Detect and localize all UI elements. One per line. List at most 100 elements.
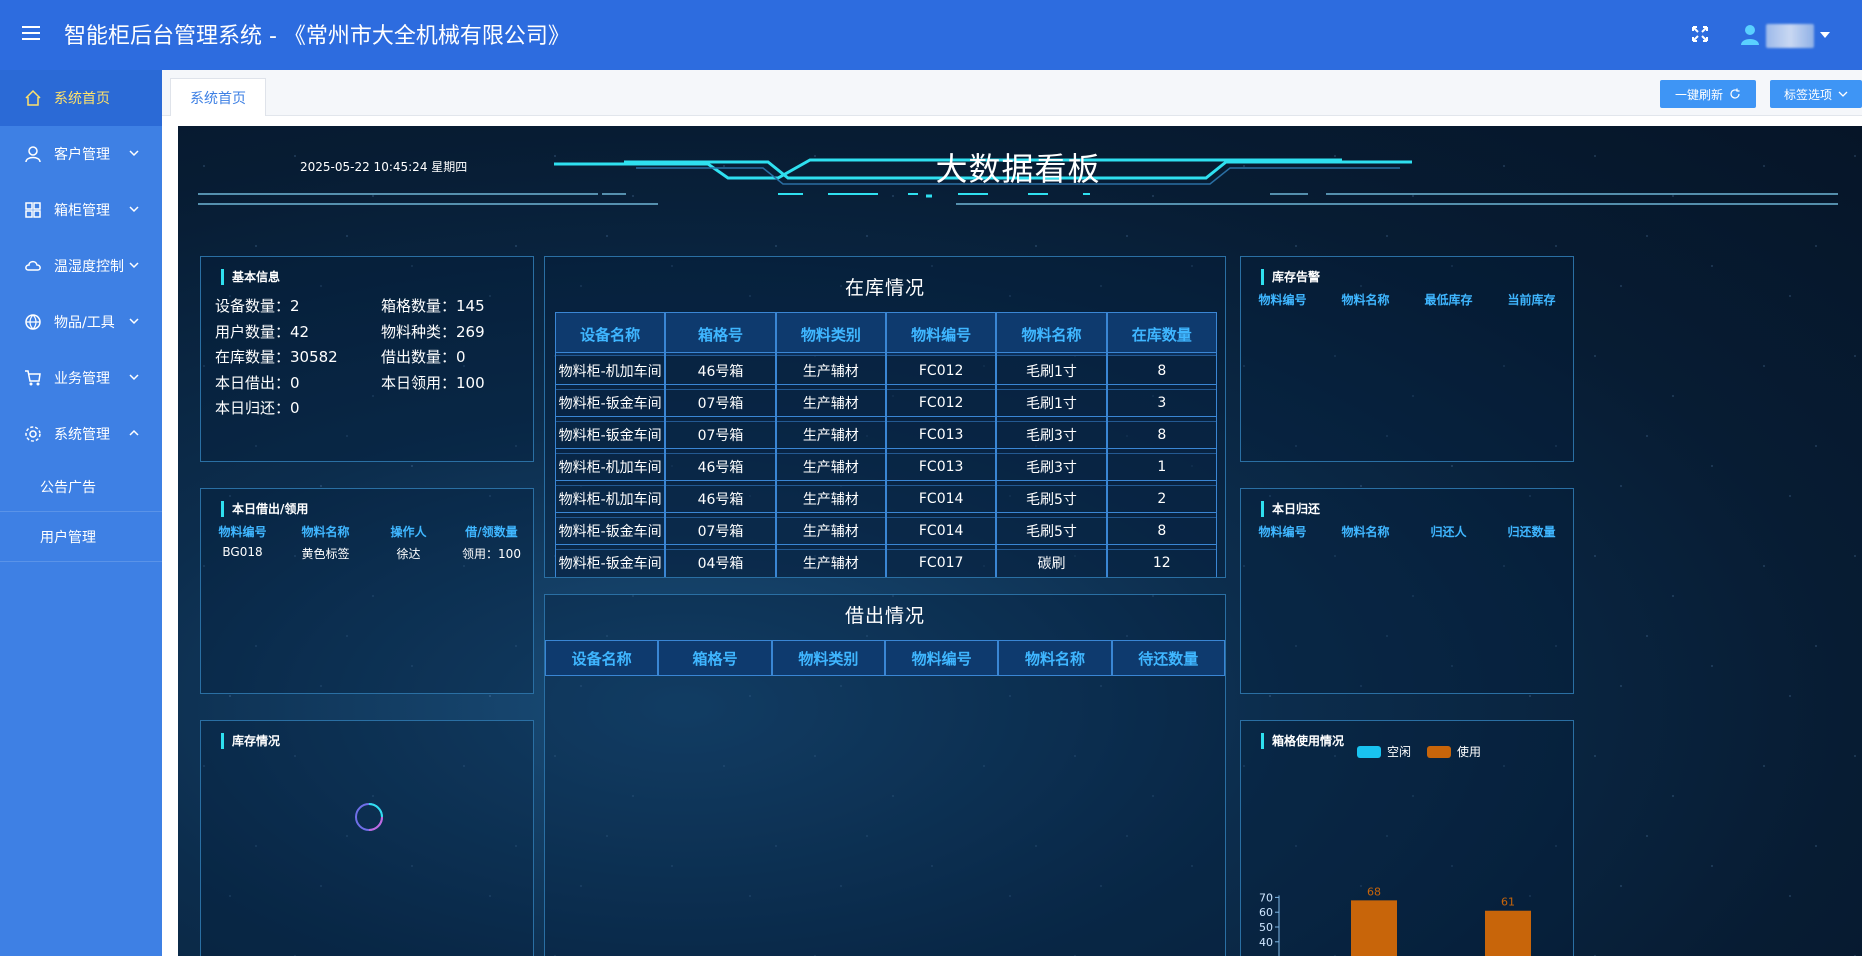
loading-spinner-icon [355,803,383,831]
column-header: 待还数量 [1111,640,1225,676]
sidebar-item-label: 业务管理 [54,371,110,387]
sidebar-item-label: 物品/工具 [54,315,115,331]
sidebar-item-label: 温湿度控制 [54,259,124,275]
column-header: 箱格号 [658,640,772,676]
table-header: 设备名称 箱格号 物料类别 物料编号 物料名称 待还数量 [545,640,1225,676]
panel-title: 箱格使用情况 [1261,733,1344,749]
table-cell: 物料柜-钣金车间 [555,544,666,577]
home-icon [25,89,41,106]
column-header: 物料类别 [771,640,885,676]
chevron-down-icon [1838,91,1848,97]
gear-icon [25,426,41,442]
stock-status-panel: 库存情况 [200,720,534,956]
cell-count: 箱格数量：145 [381,297,485,315]
table-cell: 04号箱 [665,544,776,577]
table-row: BG018 黄色标签 徐达 领用：100 [201,545,533,562]
user-avatar-icon[interactable] [1740,24,1760,46]
panel-title: 库存告警 [1261,269,1320,285]
sidebar-item-home[interactable]: 系统首页 [0,70,162,126]
today-borrow-panel: 本日借出/领用 物料编号 物料名称 操作人 借/领数量 BG018 黄色标签 徐… [200,488,534,694]
sidebar-subitem-users[interactable]: 用户管理 [0,512,162,562]
user-name-blurred[interactable] [1766,24,1814,48]
column-header: 物料名称 [1341,293,1390,307]
column-header: 当前库存 [1507,293,1556,307]
sidebar-item-label: 系统管理 [54,427,110,443]
bar-used [1351,900,1397,956]
column-header: 归还数量 [1507,525,1556,539]
chevron-down-icon [129,318,139,325]
column-header: 设备名称 [555,312,666,356]
table-row: 物料柜-钣金车间 04号箱 生产辅材 FC017 碳刷 12 [555,544,1217,577]
chevron-down-icon [129,206,139,213]
table-cell: 徐达 [396,547,421,561]
chevron-down-icon [129,374,139,381]
panel-title: 本日借出/领用 [221,501,308,517]
chevron-up-icon [129,429,139,436]
today-borrowed: 本日借出：0 [215,374,300,392]
tabs-bar: 系统首页 一键刷新 标签选项 [162,70,1862,116]
refresh-icon [1730,88,1740,99]
today-consumed: 本日领用：100 [381,374,485,392]
sidebar: 系统首页 客户管理 箱柜管理 温湿度控制 物品/工具 业务管理 系统管理 公告广… [0,70,162,956]
column-header: 物料名称 [998,640,1112,676]
column-header: 设备名称 [545,640,659,676]
sidebar-item-system[interactable]: 系统管理 [0,406,162,462]
y-tick-label: 60 [1259,906,1273,919]
sidebar-item-label: 系统首页 [54,91,110,107]
tab-options-button[interactable]: 标签选项 [1770,80,1862,108]
sidebar-item-label: 客户管理 [54,147,110,163]
sidebar-item-label: 箱柜管理 [54,203,110,219]
cell-usage-chart: 70 60 50 40 68 61 [1259,885,1531,956]
app-title: 智能柜后台管理系统 - 《常州市大全机械有限公司》 [64,24,570,49]
sidebar-item-business[interactable]: 业务管理 [0,350,162,406]
column-header: 物料名称 [996,312,1107,356]
refresh-all-button[interactable]: 一键刷新 [1660,80,1756,108]
column-header: 物料编号 [1258,525,1307,539]
legend-label: 使用 [1457,745,1482,759]
sidebar-item-cabinets[interactable]: 箱柜管理 [0,182,162,238]
sidebar-item-items-tools[interactable]: 物品/工具 [0,294,162,350]
table-header: 设备名称 箱格号 物料类别 物料编号 物料名称 在库数量 [555,312,1217,356]
table-header: 物料编号 物料名称 最低库存 当前库存 [1241,291,1573,308]
column-header: 操作人 [390,525,427,539]
bar-used [1485,910,1531,956]
chart-legend: 空闲 使用 [1357,743,1481,760]
column-header: 物料编号 [884,640,999,676]
table-cell: 碳刷 [996,544,1107,577]
user-icon [25,146,41,163]
tab-options-label: 标签选项 [1783,87,1832,102]
borrowed-panel: 借出情况 设备名称 箱格号 物料类别 物料编号 物料名称 待还数量 [544,594,1226,956]
material-types: 物料种类：269 [381,323,485,341]
sidebar-item-climate[interactable]: 温湿度控制 [0,238,162,294]
column-header: 在库数量 [1106,312,1217,356]
table-header: 物料编号 物料名称 操作人 借/领数量 [201,523,533,540]
column-header: 物料名称 [301,525,350,539]
sidebar-subitem-announcements[interactable]: 公告广告 [0,462,162,512]
column-header: 物料名称 [1341,525,1390,539]
chevron-down-icon [129,150,139,157]
basic-info-panel: 基本信息 设备数量：2 箱格数量：145 用户数量：42 物料种类：269 在库… [200,256,534,462]
user-menu-caret-icon[interactable] [1820,32,1830,38]
current-datetime: 2025-05-22 10:45:24 星期四 [300,160,468,174]
in-stock-panel: 在库情况 设备名称 箱格号 物料类别 物料编号 物料名称 在库数量 物料柜-机加… [544,256,1226,578]
table-cell: BG018 [222,545,263,559]
legend-swatch-idle [1357,745,1381,758]
sidebar-item-customers[interactable]: 客户管理 [0,126,162,182]
column-header: 归还人 [1430,525,1467,539]
column-header: 最低库存 [1424,293,1473,307]
sidebar-subitem-label: 用户管理 [40,529,96,546]
chevron-down-icon [129,262,139,269]
cloud-icon [25,260,41,271]
stock-alarm-panel: 库存告警 物料编号 物料名称 最低库存 当前库存 [1240,256,1574,462]
y-tick-label: 70 [1259,891,1273,904]
menu-toggle-icon[interactable] [22,26,42,44]
tab-home[interactable]: 系统首页 [170,78,266,116]
column-header: 物料编号 [885,312,997,356]
refresh-all-label: 一键刷新 [1674,87,1723,102]
fullscreen-icon[interactable] [1690,24,1710,44]
legend-label: 空闲 [1387,745,1412,759]
column-header: 物料类别 [775,312,886,356]
table-cell: 黄色标签 [301,547,350,561]
bar-data-label: 68 [1367,885,1381,898]
column-header: 借/领数量 [465,525,518,539]
